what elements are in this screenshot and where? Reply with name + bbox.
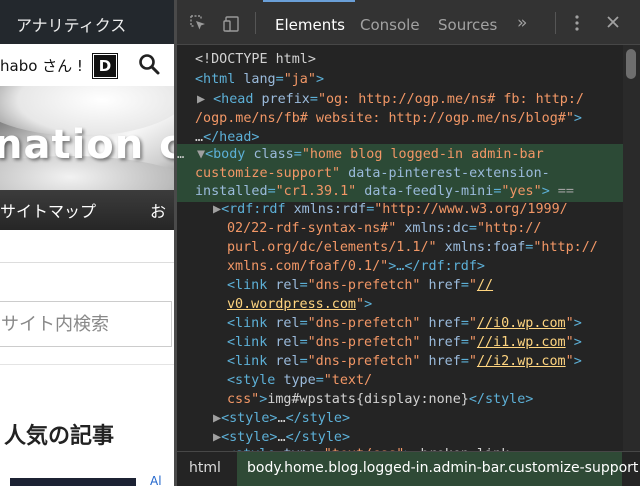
expand-arrow-icon: ▶ (213, 430, 222, 445)
tab-sources[interactable]: Sources (438, 16, 497, 34)
tree-line-rdf-cont: 02/22-rdf-syntax-ns#" xmlns:dc="http:// (227, 221, 542, 236)
tree-line-link-cont: v0.wordpress.com"> (227, 297, 373, 312)
expand-arrow-icon: ▶ (213, 202, 222, 217)
tree-line-rdf-cont2: purl.org/dc/elements/1.1/" xmlns:foaf="h… (227, 240, 598, 255)
more-tabs-button[interactable]: » (517, 13, 527, 33)
divider (0, 364, 174, 365)
tree-line-link[interactable]: <link rel="dns-prefetch" href="//i0.wp.c… (227, 314, 582, 334)
post-thumbnail[interactable] (10, 478, 136, 486)
nav-item-next[interactable]: お (150, 198, 166, 222)
inspect-icon[interactable] (189, 14, 207, 32)
more-icon[interactable] (575, 14, 579, 32)
close-icon[interactable] (605, 14, 621, 30)
tree-line-rdf[interactable]: ▶<rdf:rdf xmlns:rdf="http://www.w3.org/1… (213, 200, 568, 220)
tree-line-style[interactable]: ▶<style>…</style> (213, 409, 350, 429)
tree-line-link[interactable]: <link rel="dns-prefetch" href="// (227, 276, 493, 296)
tree-line-link[interactable]: <link rel="dns-prefetch" href="//i2.wp.c… (227, 352, 582, 372)
tree-line-head[interactable]: ▶ <head prefix="og: http://ogp.me/ns# fb… (197, 90, 584, 110)
toolbar-separator (255, 12, 256, 34)
devtools-toolbar: Elements Console Sources » (177, 0, 640, 45)
admin-bar-analytics[interactable]: アナリティクス (16, 12, 126, 36)
tree-line-style[interactable]: <style type="text/ (227, 371, 372, 391)
greeting-bar: habo さん ! D (0, 44, 174, 86)
breadcrumb: html body.home.blog.logged-in.admin-bar.… (177, 451, 640, 486)
divider (0, 262, 174, 263)
user-badge[interactable]: D (93, 54, 117, 78)
toolbar-separator (555, 12, 556, 34)
global-nav: サイトマップ お (0, 190, 174, 230)
tree-line-rdf-cont3: xmlns.com/foaf/0.1/">…</rdf:rdf> (227, 259, 485, 274)
tab-elements[interactable]: Elements (275, 16, 345, 34)
node-actions-dots[interactable]: … (177, 145, 184, 165)
tree-line-style-cont: css">img#wpstats{display:none}</style> (227, 392, 534, 407)
breadcrumb-html[interactable]: html (189, 460, 221, 476)
greeting-text: habo さん ! (0, 57, 83, 75)
device-mode-icon[interactable] (223, 14, 241, 32)
tree-line-body[interactable]: ▼<body class="home blog logged-in admin-… (197, 145, 544, 165)
active-tab-indicator (263, 0, 355, 2)
post-link[interactable]: Al (150, 474, 162, 486)
tree-line-body-cont2: installed="cr1.39.1" data-feedly-mini="y… (195, 184, 574, 199)
elements-tree: <!DOCTYPE html> <html lang="ja"> ▶ <head… (177, 45, 623, 462)
breadcrumb-body[interactable]: body.home.blog.logged-in.admin-bar.custo… (247, 460, 638, 476)
scrollbar-thumb[interactable] (626, 49, 636, 79)
search-icon[interactable] (137, 52, 161, 76)
collapse-arrow-icon: ▼ (197, 147, 206, 162)
nav-item-sitemap[interactable]: サイトマップ (0, 198, 96, 222)
tree-line-doctype[interactable]: <!DOCTYPE html> (195, 50, 316, 70)
header-banner: nation c (0, 86, 174, 190)
tree-line-html[interactable]: <html lang="ja"> (195, 70, 324, 90)
admin-bar: アナリティクス (0, 0, 174, 44)
website-viewport: アナリティクス habo さん ! D nation c サイトマップ お 人気… (0, 0, 174, 486)
expand-arrow-icon: ▶ (197, 92, 206, 107)
site-search-box (0, 301, 172, 347)
popular-posts-heading: 人気の記事 (4, 424, 115, 449)
expand-arrow-icon: ▶ (213, 411, 222, 426)
site-search-input[interactable] (1, 302, 161, 346)
devtools-panel: Elements Console Sources » <!DOCTYPE htm… (177, 0, 640, 486)
banner-title: nation c (0, 122, 174, 168)
tree-line-link[interactable]: <link rel="dns-prefetch" href="//i1.wp.c… (227, 333, 582, 353)
tree-line-head-cont: /ogp.me/ns/fb# website: http://ogp.me/ns… (195, 111, 582, 126)
tab-console[interactable]: Console (360, 16, 420, 34)
vertical-scrollbar[interactable] (623, 45, 640, 451)
tree-line-body-cont: customize-support" data-pinterest-extens… (195, 166, 550, 181)
